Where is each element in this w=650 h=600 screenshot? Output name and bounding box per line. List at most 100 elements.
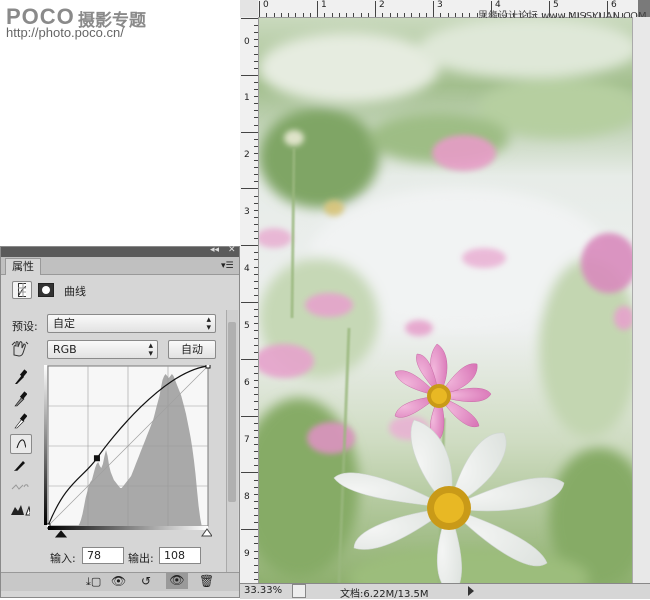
ruler-tick bbox=[254, 252, 258, 254]
ruler-tick bbox=[241, 245, 258, 247]
ruler-tick bbox=[254, 103, 258, 105]
ruler-tick bbox=[254, 81, 258, 83]
vertical-ruler[interactable]: 0 1 2 3 4 5 6 7 8 9 bbox=[240, 17, 259, 583]
ruler-tick bbox=[254, 436, 258, 438]
pencil-draw-icon[interactable] bbox=[10, 456, 30, 474]
collapse-icon[interactable]: ◂◂ bbox=[210, 245, 219, 255]
curves-svg[interactable] bbox=[45, 363, 213, 543]
layer-mask-icon[interactable] bbox=[36, 281, 56, 299]
status-menu-icon[interactable] bbox=[292, 584, 306, 598]
ruler-tick bbox=[254, 195, 258, 197]
ruler-tick bbox=[346, 13, 347, 17]
ruler-tick bbox=[254, 223, 258, 225]
clipping-warning-icon[interactable]: ! bbox=[10, 500, 30, 518]
ruler-tick bbox=[254, 351, 258, 353]
zoom-level[interactable]: 33.33% bbox=[244, 585, 282, 596]
ruler-tick bbox=[254, 309, 258, 311]
ruler-tick bbox=[254, 543, 258, 545]
curve-control-point[interactable] bbox=[93, 455, 100, 462]
ruler-tick bbox=[254, 422, 258, 424]
ruler-tick bbox=[259, 1, 260, 17]
ruler-tick bbox=[254, 89, 258, 90]
ruler-tick bbox=[241, 131, 258, 133]
black-point-slider[interactable] bbox=[54, 530, 68, 538]
view-previous-state-icon[interactable]: 👁 bbox=[111, 574, 126, 588]
ruler-tick bbox=[241, 18, 258, 19]
clip-to-layer-icon[interactable]: ⤓▢ bbox=[86, 575, 101, 589]
panel-titlebar[interactable]: ◂◂ ✕ bbox=[1, 245, 239, 257]
ruler-left-label: 7 bbox=[244, 435, 250, 445]
ruler-tick bbox=[302, 13, 304, 17]
ruler-tick bbox=[241, 302, 258, 303]
ruler-left-label: 5 bbox=[244, 321, 250, 331]
ruler-tick bbox=[254, 330, 258, 332]
preset-label: 预设: bbox=[12, 320, 38, 333]
ruler-tick bbox=[389, 13, 391, 17]
ruler-tick bbox=[254, 522, 258, 524]
panel-scrollbar[interactable] bbox=[226, 310, 238, 572]
ruler-top-label: 2 bbox=[379, 0, 385, 10]
ruler-tick bbox=[254, 202, 258, 204]
hand-target-icon[interactable] bbox=[10, 340, 30, 358]
preset-select[interactable]: 自定 ▴ ▾ bbox=[47, 314, 216, 333]
ruler-tick bbox=[254, 209, 258, 211]
ruler-origin[interactable] bbox=[240, 0, 259, 18]
canvas-vertical-scrollbar[interactable] bbox=[632, 17, 650, 583]
canvas-photo[interactable] bbox=[259, 18, 632, 583]
ruler-top-label: 1 bbox=[321, 0, 327, 10]
ruler-tick bbox=[241, 472, 258, 474]
input-value-field[interactable]: 78 bbox=[82, 547, 124, 564]
ruler-tick bbox=[295, 13, 297, 17]
smooth-curve-icon[interactable] bbox=[10, 478, 30, 496]
white-point-eyedropper-icon[interactable] bbox=[10, 412, 30, 430]
ruler-tick bbox=[254, 465, 258, 467]
curves-adjustment-icon[interactable] bbox=[12, 281, 32, 299]
black-point-eyedropper-icon[interactable] bbox=[10, 368, 30, 386]
ruler-left-label: 3 bbox=[244, 207, 250, 217]
ruler-tick bbox=[254, 53, 258, 55]
ruler-tick bbox=[254, 266, 258, 268]
ruler-tick bbox=[254, 479, 258, 481]
curve-control-point[interactable] bbox=[205, 363, 211, 369]
ruler-tick bbox=[254, 160, 258, 161]
ruler-tick bbox=[440, 13, 442, 17]
ruler-tick bbox=[254, 117, 258, 119]
ruler-tick bbox=[454, 13, 456, 17]
status-expand-icon[interactable] bbox=[468, 586, 474, 596]
ruler-left-label: 8 bbox=[244, 492, 250, 502]
ruler-left-label: 4 bbox=[244, 264, 250, 274]
ruler-tick bbox=[254, 60, 258, 62]
output-label: 输出: bbox=[128, 552, 154, 565]
ruler-tick bbox=[254, 231, 258, 232]
ruler-tick bbox=[254, 316, 258, 318]
panel-menu-icon[interactable]: ▾☰ bbox=[221, 261, 234, 271]
ruler-tick bbox=[273, 13, 275, 17]
ruler-top-label: 3 bbox=[437, 0, 443, 10]
ruler-tick bbox=[375, 1, 376, 17]
ruler-tick bbox=[254, 39, 258, 41]
output-value-field[interactable]: 108 bbox=[159, 547, 201, 564]
ruler-tick bbox=[254, 216, 258, 218]
auto-button[interactable]: 自动 bbox=[168, 340, 216, 359]
ruler-tick bbox=[433, 1, 434, 17]
ruler-tick bbox=[254, 380, 258, 382]
curves-graph[interactable] bbox=[45, 363, 213, 538]
white-point-slider[interactable] bbox=[201, 528, 213, 537]
ruler-tick bbox=[382, 13, 384, 17]
close-panel-icon[interactable]: ✕ bbox=[228, 245, 236, 255]
channel-select[interactable]: RGB ▴ ▾ bbox=[47, 340, 158, 359]
reset-icon[interactable]: ↺ bbox=[141, 574, 151, 588]
svg-text:!: ! bbox=[28, 508, 30, 516]
toggle-visibility-icon[interactable]: 👁 bbox=[166, 573, 188, 589]
curve-edit-points-icon[interactable] bbox=[10, 434, 32, 454]
ruler-top-label: 0 bbox=[263, 0, 269, 10]
gray-point-eyedropper-icon[interactable] bbox=[10, 390, 30, 408]
ruler-tick bbox=[254, 515, 258, 516]
panel-scroll-thumb[interactable] bbox=[228, 322, 236, 502]
ruler-tick bbox=[288, 13, 289, 17]
ruler-tick bbox=[254, 46, 258, 48]
select-arrows-icon: ▴ ▾ bbox=[206, 315, 211, 333]
ruler-tick bbox=[254, 337, 258, 339]
delete-icon[interactable]: 🗑 bbox=[199, 574, 214, 588]
tab-properties[interactable]: 属性 bbox=[5, 258, 41, 275]
